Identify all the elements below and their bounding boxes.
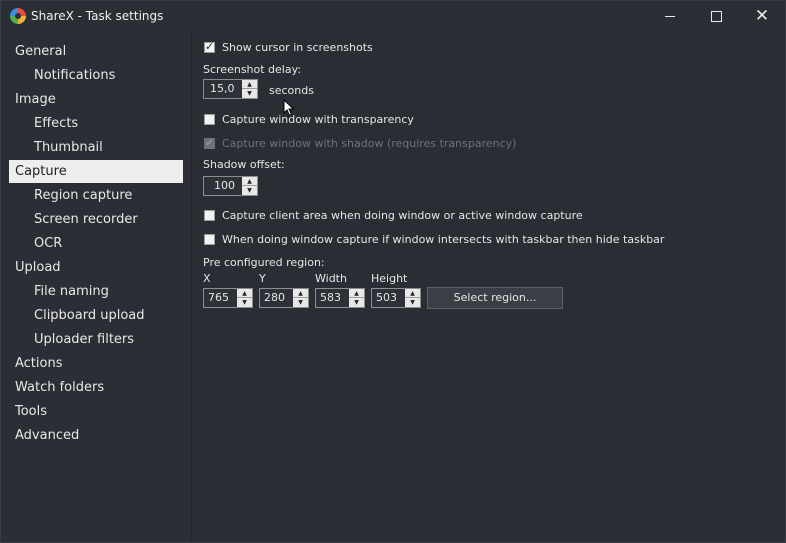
window-transparency-checkbox[interactable] bbox=[204, 114, 215, 125]
sidebar-item-screen-recorder[interactable]: Screen recorder bbox=[9, 208, 183, 231]
region-height-label: Height bbox=[371, 272, 408, 285]
sidebar-item-label: Uploader filters bbox=[34, 332, 135, 347]
sidebar-item-general[interactable]: General bbox=[9, 40, 183, 63]
close-button[interactable]: ✕ bbox=[739, 1, 785, 31]
sidebar-item-actions[interactable]: Actions bbox=[9, 352, 183, 375]
hide-taskbar-label[interactable]: When doing window capture if window inte… bbox=[222, 233, 664, 246]
sidebar-item-file-naming[interactable]: File naming bbox=[9, 280, 183, 303]
sidebar-item-label: Actions bbox=[15, 356, 63, 371]
chevron-up-icon[interactable]: ▲ bbox=[242, 177, 257, 186]
sidebar-item-label: Effects bbox=[34, 116, 79, 131]
sidebar-item-notifications[interactable]: Notifications bbox=[9, 64, 183, 87]
show-cursor-checkbox[interactable] bbox=[204, 40, 215, 53]
title-bar[interactable]: ShareX - Task settings ✕ bbox=[1, 1, 785, 31]
region-y-value[interactable]: 280 bbox=[264, 291, 285, 304]
sidebar-item-label: OCR bbox=[34, 236, 63, 251]
region-y-stepper[interactable]: 280 ▲ ▼ bbox=[259, 288, 309, 308]
region-height-value[interactable]: 503 bbox=[376, 291, 397, 304]
region-x-stepper[interactable]: 765 ▲ ▼ bbox=[203, 288, 253, 308]
chevron-up-icon[interactable]: ▲ bbox=[237, 289, 252, 298]
chevron-down-icon[interactable]: ▼ bbox=[242, 89, 257, 98]
show-cursor-label[interactable]: Show cursor in screenshots bbox=[222, 41, 373, 54]
screenshot-delay-stepper[interactable]: 15,0 ▲ ▼ bbox=[203, 79, 258, 99]
shadow-offset-stepper[interactable]: 100 ▲ ▼ bbox=[203, 176, 258, 196]
minimize-icon bbox=[665, 15, 675, 17]
chevron-down-icon[interactable]: ▼ bbox=[405, 298, 420, 307]
sidebar-item-ocr[interactable]: OCR bbox=[9, 232, 183, 255]
sidebar-item-watch-folders[interactable]: Watch folders bbox=[9, 376, 183, 399]
shadow-offset-value[interactable]: 100 bbox=[214, 179, 235, 192]
region-label: Pre configured region: bbox=[203, 256, 325, 269]
region-y-label: Y bbox=[259, 272, 266, 285]
sidebar-item-label: Screen recorder bbox=[34, 212, 138, 227]
region-width-stepper[interactable]: 583 ▲ ▼ bbox=[315, 288, 365, 308]
minimize-button[interactable] bbox=[647, 1, 693, 31]
region-x-label: X bbox=[203, 272, 211, 285]
sidebar-item-label: Notifications bbox=[34, 68, 116, 83]
screenshot-delay-unit: seconds bbox=[269, 84, 314, 97]
chevron-up-icon[interactable]: ▲ bbox=[242, 80, 257, 89]
sidebar-item-tools[interactable]: Tools bbox=[9, 400, 183, 423]
sidebar-item-effects[interactable]: Effects bbox=[9, 112, 183, 135]
sidebar-item-thumbnail[interactable]: Thumbnail bbox=[9, 136, 183, 159]
sidebar-item-label: Watch folders bbox=[15, 380, 105, 395]
sidebar-item-label: General bbox=[15, 44, 67, 59]
window-shadow-label: Capture window with shadow (requires tra… bbox=[222, 137, 517, 150]
task-settings-window: ShareX - Task settings ✕ General Notific… bbox=[0, 0, 786, 543]
screenshot-delay-label: Screenshot delay: bbox=[203, 63, 302, 76]
settings-sidebar: General Notifications Image Effects Thum… bbox=[1, 31, 192, 542]
window-shadow-checkbox bbox=[204, 136, 215, 149]
screenshot-delay-value[interactable]: 15,0 bbox=[210, 82, 235, 95]
hide-taskbar-checkbox[interactable] bbox=[204, 234, 215, 245]
chevron-up-icon[interactable]: ▲ bbox=[293, 289, 308, 298]
close-icon: ✕ bbox=[754, 5, 770, 26]
sidebar-item-region-capture[interactable]: Region capture bbox=[9, 184, 183, 207]
sidebar-item-label: Thumbnail bbox=[34, 140, 103, 155]
capture-settings-panel: Show cursor in screenshots Screenshot de… bbox=[192, 31, 785, 542]
region-height-stepper[interactable]: 503 ▲ ▼ bbox=[371, 288, 421, 308]
sidebar-item-label: Tools bbox=[15, 404, 48, 419]
client-area-checkbox[interactable] bbox=[204, 210, 215, 221]
sidebar-item-advanced[interactable]: Advanced bbox=[9, 424, 183, 447]
sidebar-item-uploader-filters[interactable]: Uploader filters bbox=[9, 328, 183, 351]
sidebar-item-clipboard-upload[interactable]: Clipboard upload bbox=[9, 304, 183, 327]
client-area-label[interactable]: Capture client area when doing window or… bbox=[222, 209, 583, 222]
region-width-value[interactable]: 583 bbox=[320, 291, 341, 304]
mouse-pointer-icon bbox=[283, 99, 295, 117]
select-region-button[interactable]: Select region... bbox=[427, 287, 563, 309]
sidebar-item-label: Region capture bbox=[34, 188, 133, 203]
window-transparency-label[interactable]: Capture window with transparency bbox=[222, 113, 414, 126]
sharex-logo-icon bbox=[10, 8, 26, 24]
sidebar-item-label: Image bbox=[15, 92, 56, 107]
maximize-icon bbox=[710, 10, 722, 22]
chevron-up-icon[interactable]: ▲ bbox=[405, 289, 420, 298]
sidebar-item-label: File naming bbox=[34, 284, 109, 299]
chevron-up-icon[interactable]: ▲ bbox=[349, 289, 364, 298]
maximize-button[interactable] bbox=[693, 1, 739, 31]
sidebar-item-label: Upload bbox=[15, 260, 61, 275]
region-width-label: Width bbox=[315, 272, 347, 285]
shadow-offset-label: Shadow offset: bbox=[203, 158, 285, 171]
sidebar-item-image[interactable]: Image bbox=[9, 88, 183, 111]
chevron-down-icon[interactable]: ▼ bbox=[293, 298, 308, 307]
window-title: ShareX - Task settings bbox=[31, 9, 164, 23]
sidebar-item-label: Advanced bbox=[15, 428, 80, 443]
sidebar-item-label: Clipboard upload bbox=[34, 308, 145, 323]
sidebar-item-label: Capture bbox=[15, 164, 67, 179]
region-x-value[interactable]: 765 bbox=[208, 291, 229, 304]
sidebar-item-capture[interactable]: Capture bbox=[9, 160, 183, 183]
chevron-down-icon[interactable]: ▼ bbox=[242, 186, 257, 195]
sidebar-item-upload[interactable]: Upload bbox=[9, 256, 183, 279]
chevron-down-icon[interactable]: ▼ bbox=[237, 298, 252, 307]
chevron-down-icon[interactable]: ▼ bbox=[349, 298, 364, 307]
